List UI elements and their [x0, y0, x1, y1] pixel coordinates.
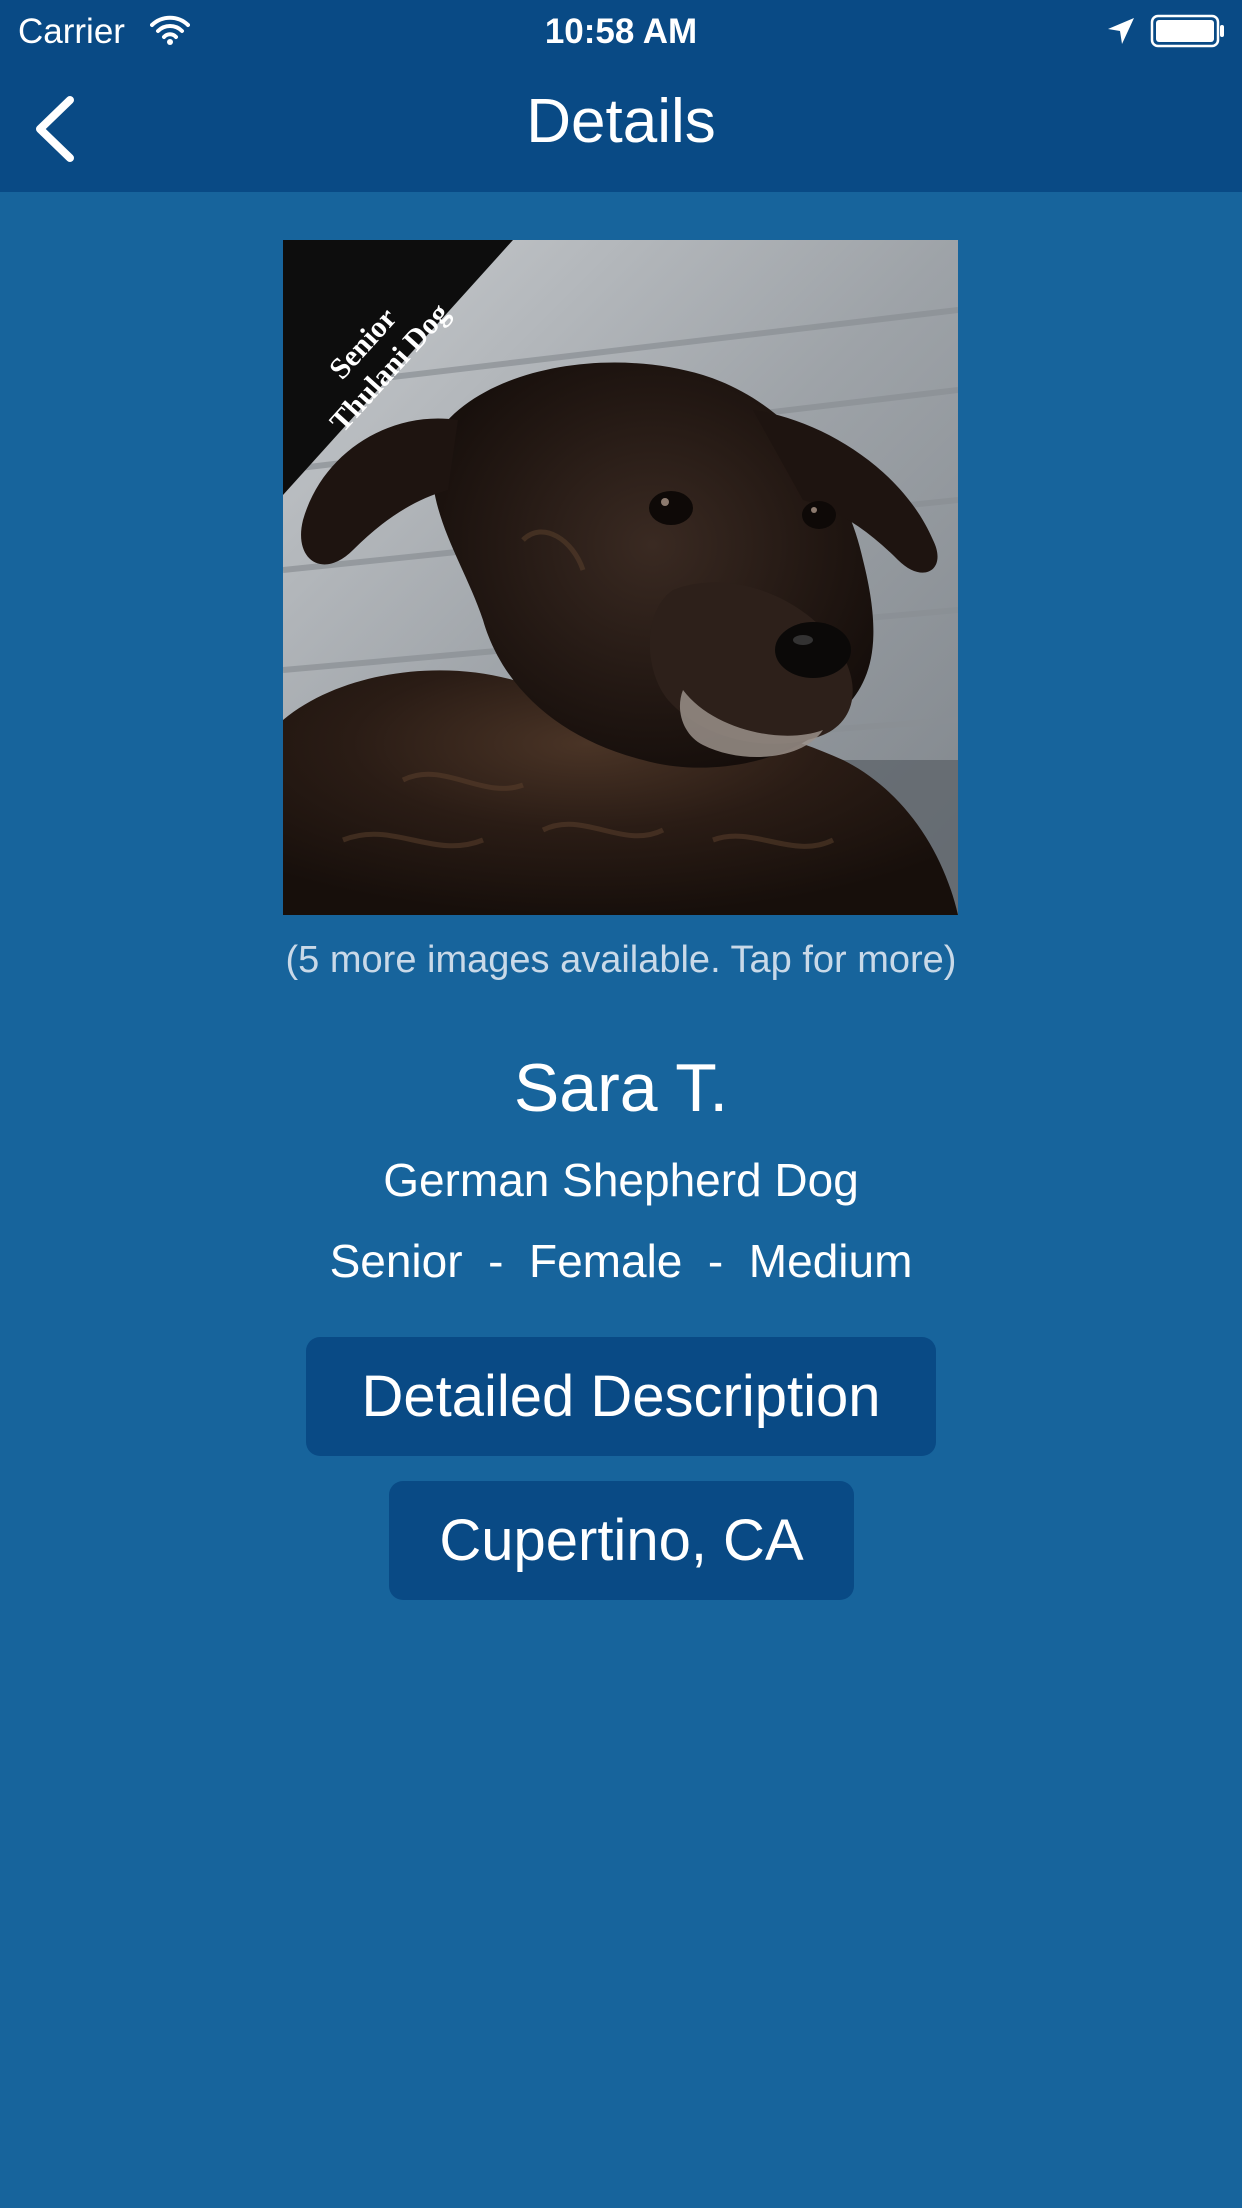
location-button[interactable]: Cupertino, CA — [389, 1481, 854, 1600]
pet-breed: German Shepherd Dog — [383, 1154, 859, 1206]
pet-attributes: Senior - Female - Medium — [329, 1235, 913, 1287]
pet-photo[interactable]: Senior Thulani Dog — [283, 240, 958, 915]
details-screen: Carrier 10:58 AM Details Senior Thulani … — [0, 0, 1242, 2208]
pet-name: Sara T. — [513, 1050, 729, 1126]
more-images-link[interactable]: (5 more images available. Tap for more) — [0, 935, 1242, 985]
status-time: 10:58 AM — [544, 12, 698, 51]
battery-icon — [1150, 14, 1226, 48]
dog-nose — [775, 622, 851, 678]
detailed-description-button[interactable]: Detailed Description — [306, 1337, 936, 1456]
page-title: Details — [526, 87, 716, 156]
dog-eye-right — [802, 501, 836, 529]
location-arrow-icon — [1106, 16, 1136, 46]
dog-eye-left — [649, 491, 693, 525]
navigation-bar: Carrier 10:58 AM Details — [0, 0, 1242, 192]
